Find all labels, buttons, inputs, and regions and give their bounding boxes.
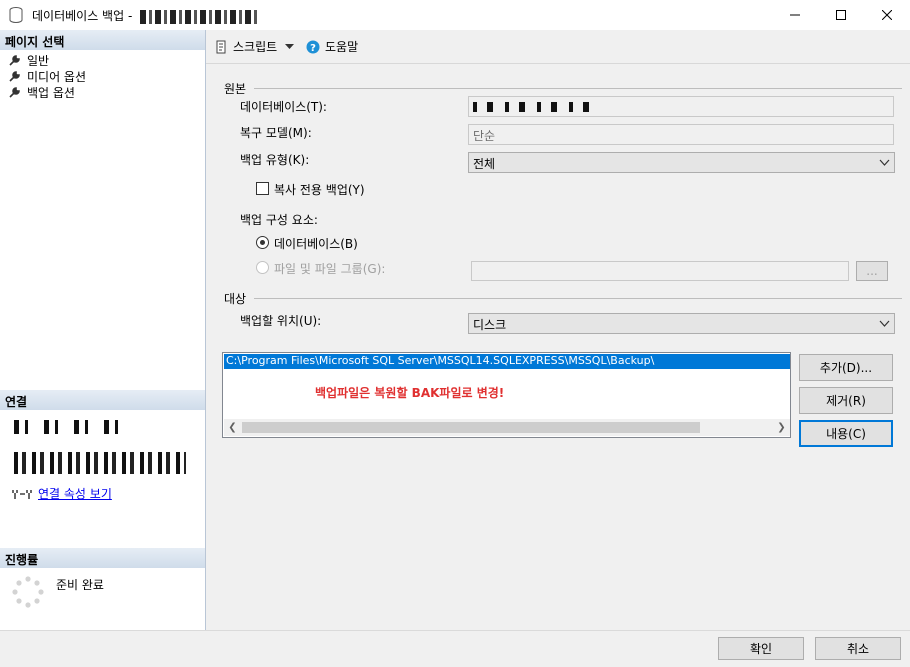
main-panel: 스크립트 ? 도움말 원본 데이터베이스(T): 복구 모델(M): 단순 백업… bbox=[206, 30, 910, 630]
database-radio-label: 데이터베이스(B) bbox=[274, 237, 358, 251]
sidebar-item-backup-options[interactable]: 백업 옵션 bbox=[8, 84, 75, 100]
maximize-button[interactable] bbox=[818, 0, 864, 30]
connection-properties-link[interactable]: 연결 속성 보기 bbox=[38, 485, 112, 502]
script-button[interactable]: 스크립트 bbox=[214, 38, 295, 55]
progress-spinner-icon bbox=[12, 576, 44, 608]
connection-header: 연결 bbox=[0, 390, 205, 410]
backup-to-value: 디스크 bbox=[473, 318, 507, 332]
connection-properties-row: 연결 속성 보기 bbox=[12, 485, 112, 502]
copy-only-checkbox[interactable] bbox=[256, 182, 269, 195]
wrench-icon bbox=[9, 70, 20, 82]
wrench-icon bbox=[9, 54, 20, 66]
scroll-right-icon[interactable]: ❯ bbox=[773, 419, 790, 436]
toolbar: 스크립트 ? 도움말 bbox=[206, 30, 910, 64]
cancel-button[interactable]: 취소 bbox=[815, 637, 901, 660]
sidebar: 페이지 선택 일반 미디어 옵션 백업 옵션 연결 연결 속성 보기 진행률 준… bbox=[0, 30, 206, 630]
help-button[interactable]: ? 도움말 bbox=[306, 38, 358, 55]
database-label: 데이터베이스(T): bbox=[240, 100, 327, 114]
backup-component-label: 백업 구성 요소: bbox=[240, 213, 318, 227]
database-field[interactable] bbox=[468, 96, 894, 117]
help-icon: ? bbox=[306, 40, 320, 54]
connection-icon bbox=[12, 489, 32, 499]
recovery-model-field: 단순 bbox=[468, 124, 894, 145]
add-button[interactable]: 추가(D)... bbox=[799, 354, 893, 381]
contents-button[interactable]: 내용(C) bbox=[799, 420, 893, 447]
redacted-name bbox=[140, 9, 259, 24]
footer-bar: 확인 취소 bbox=[0, 630, 910, 667]
remove-button[interactable]: 제거(R) bbox=[799, 387, 893, 414]
script-icon bbox=[216, 40, 226, 53]
minimize-button[interactable] bbox=[772, 0, 818, 30]
chevron-down-icon bbox=[879, 320, 890, 327]
maximize-icon bbox=[836, 10, 846, 20]
horizontal-scrollbar[interactable]: ❮ ❯ bbox=[224, 419, 790, 436]
backup-type-value: 전체 bbox=[473, 157, 496, 171]
ok-button[interactable]: 확인 bbox=[718, 637, 804, 660]
backup-type-select[interactable]: 전체 bbox=[468, 152, 895, 173]
chevron-down-icon bbox=[879, 159, 890, 166]
backup-to-label: 백업할 위치(U): bbox=[240, 314, 322, 328]
progress-header: 진행률 bbox=[0, 548, 205, 568]
wrench-icon bbox=[9, 86, 20, 98]
connection-server-redacted bbox=[14, 420, 124, 434]
sidebar-item-label: 미디어 옵션 bbox=[27, 69, 87, 84]
close-icon bbox=[882, 10, 892, 20]
scroll-left-icon[interactable]: ❮ bbox=[224, 419, 241, 436]
files-field bbox=[471, 261, 849, 281]
title-bar: 데이터베이스 백업 - bbox=[0, 0, 910, 30]
backup-type-label: 백업 유형(K): bbox=[240, 153, 310, 167]
connection-user-redacted bbox=[14, 452, 186, 474]
progress-status: 준비 완료 bbox=[56, 578, 104, 592]
pages-header: 페이지 선택 bbox=[0, 30, 205, 50]
backup-to-select[interactable]: 디스크 bbox=[468, 313, 895, 334]
script-label: 스크립트 bbox=[233, 40, 278, 54]
source-group-label: 원본 bbox=[224, 82, 247, 96]
chevron-down-icon bbox=[285, 43, 295, 49]
files-browse-button: ... bbox=[856, 261, 888, 281]
window-title: 데이터베이스 백업 - bbox=[32, 7, 259, 24]
close-button[interactable] bbox=[864, 0, 910, 30]
files-radio-label: 파일 및 파일 그룹(G): bbox=[274, 262, 386, 276]
group-divider bbox=[254, 88, 902, 89]
files-radio[interactable] bbox=[256, 261, 269, 274]
sidebar-item-label: 백업 옵션 bbox=[27, 85, 75, 100]
sidebar-item-label: 일반 bbox=[27, 53, 50, 68]
svg-text:?: ? bbox=[310, 43, 316, 54]
sidebar-item-media-options[interactable]: 미디어 옵션 bbox=[8, 68, 86, 84]
help-label: 도움말 bbox=[325, 40, 359, 54]
recovery-model-label: 복구 모델(M): bbox=[240, 126, 312, 140]
group-divider bbox=[254, 298, 902, 299]
scrollbar-thumb[interactable] bbox=[242, 422, 700, 433]
database-radio[interactable] bbox=[256, 236, 269, 249]
backup-path-list[interactable]: C:\Program Files\Microsoft SQL Server\MS… bbox=[222, 352, 791, 438]
backup-path-text: C:\Program Files\Microsoft SQL Server\MS… bbox=[226, 354, 655, 367]
redacted-database-name bbox=[473, 102, 595, 112]
backup-path-item[interactable]: C:\Program Files\Microsoft SQL Server\MS… bbox=[224, 354, 790, 369]
sidebar-item-general[interactable]: 일반 bbox=[8, 52, 49, 68]
copy-only-label: 복사 전용 백업(Y) bbox=[274, 183, 365, 197]
annotation-text: 백업파일은 복원할 BAK파일로 변경! bbox=[315, 386, 505, 400]
window-title-text: 데이터베이스 백업 - bbox=[32, 9, 133, 23]
destination-group-label: 대상 bbox=[224, 292, 247, 306]
minimize-icon bbox=[790, 14, 800, 16]
database-icon bbox=[9, 7, 23, 23]
